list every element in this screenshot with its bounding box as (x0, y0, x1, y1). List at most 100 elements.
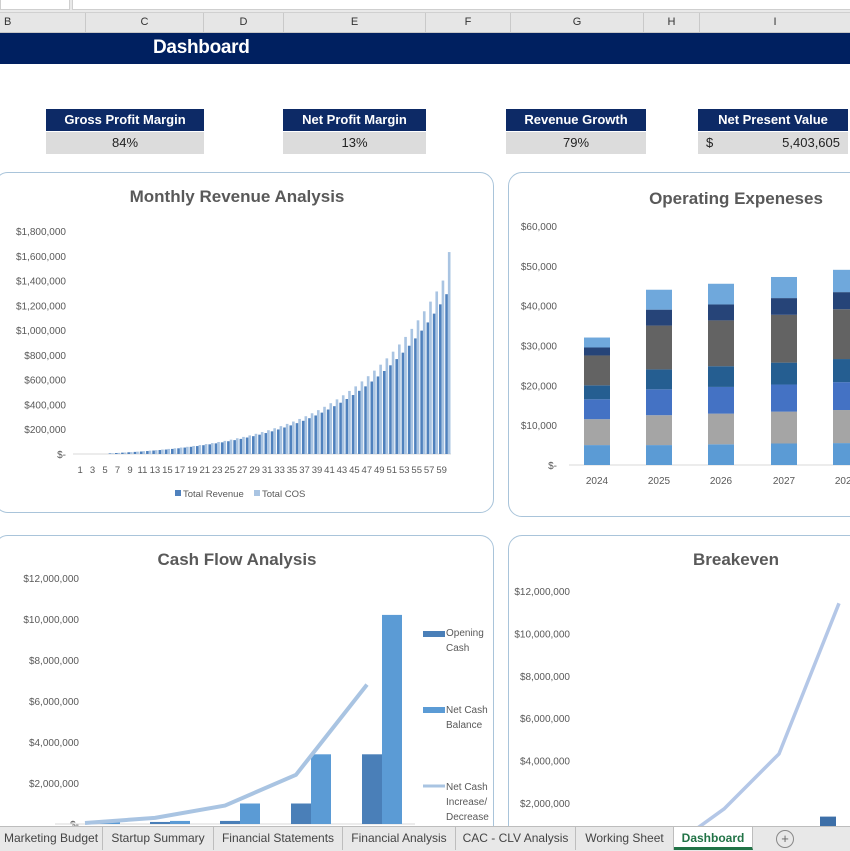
bar-total-cos (373, 370, 376, 454)
kpi-value-cell[interactable]: $ 5,403,605 (698, 132, 848, 154)
bar-total-cos (335, 399, 339, 454)
x-tick-label: 47 (362, 465, 373, 476)
bar-total-cos (273, 428, 276, 454)
bar-total-cos (161, 449, 164, 454)
x-tick-label: 21 (199, 465, 210, 476)
column-header-b[interactable]: B (0, 13, 86, 32)
y-tick-label: $- (57, 450, 66, 461)
y-tick-label: $10,000,000 (23, 615, 79, 626)
stacked-bar-segment (708, 413, 734, 445)
stacked-bar-segment (708, 366, 734, 387)
bar-total-revenue (139, 451, 143, 454)
operating-expenses-chart[interactable]: Operating Expeneses $60,000 $50,000 $40,00… (508, 172, 850, 517)
bar-total-cos (129, 452, 133, 454)
kpi-label: Net Present Value (698, 109, 848, 131)
column-header-e[interactable]: E (284, 13, 426, 32)
x-tick-label: 11 (138, 465, 148, 476)
bar-total-cos (142, 451, 146, 454)
legend-swatch-total-revenue (175, 490, 181, 496)
bar-opening-cash (362, 754, 382, 824)
legend-label: Net Cash (446, 782, 488, 793)
column-header-i[interactable]: I (700, 13, 850, 32)
column-header-d[interactable]: D (204, 13, 284, 32)
bar-total-revenue (426, 322, 430, 454)
stacked-bar-segment (771, 411, 797, 444)
x-tick-label: 2024 (586, 476, 609, 487)
y-tick-label: $400,000 (24, 400, 66, 411)
stacked-bar-segment (771, 384, 797, 412)
bar-total-revenue (245, 437, 249, 454)
bar-opening-cash (291, 803, 311, 824)
monthly-revenue-plot: $1,800,000 $1,600,000 $1,400,000 $1,200,000… (16, 227, 451, 500)
breakeven-chart[interactable]: Breakeven $12,000,000 $10,000,000 $8,000,0… (508, 535, 850, 845)
stacked-bar-segment (833, 292, 850, 310)
x-tick-label: 15 (162, 465, 173, 476)
monthly-revenue-chart[interactable]: Monthly Revenue Analysis $1,800,000 $1,60… (0, 172, 494, 513)
sheet-tab-working-sheet[interactable]: Working Sheet (576, 827, 674, 850)
bar-total-revenue (214, 443, 218, 454)
x-tick-label: 13 (150, 465, 161, 476)
plus-circle-icon[interactable]: + (776, 830, 794, 848)
bar-total-cos (173, 448, 177, 454)
bar-total-revenue (108, 453, 112, 454)
bar-total-revenue (283, 427, 286, 454)
bar-total-cos (186, 446, 189, 454)
sheet-tab-cac-clv-analysis[interactable]: CAC - CLV Analysis (456, 827, 576, 850)
bar-total-cos (422, 311, 426, 454)
cash-flow-plot: $12,000,000 $10,000,000 $8,000,000 $6,000,0… (23, 574, 489, 831)
name-box[interactable] (0, 0, 70, 10)
bar-total-cos (223, 440, 227, 454)
y-tick-label: $- (548, 461, 557, 472)
bar-total-revenue (308, 418, 311, 454)
legend-swatch-net-cash-balance (423, 707, 445, 713)
x-tick-label: 3 (90, 465, 95, 476)
bar-total-cos (348, 390, 351, 454)
y-tick-label: $60,000 (521, 222, 558, 233)
bar-total-revenue (439, 304, 442, 454)
bar-total-cos (329, 403, 333, 454)
kpi-net-present-value: Net Present Value $ 5,403,605 (698, 109, 848, 154)
legend-label: Net Cash (446, 705, 488, 716)
column-header-h[interactable]: H (644, 13, 700, 32)
column-header-g[interactable]: G (511, 13, 644, 32)
y-tick-label: $1,000,000 (16, 326, 66, 337)
sheet-tab-startup-summary[interactable]: Startup Summary (103, 827, 214, 850)
sheet-tab-financial-analysis[interactable]: Financial Analysis (343, 827, 456, 850)
column-header-f[interactable]: F (426, 13, 511, 32)
sheet-tab-marketing-budget[interactable]: Marketing Budget (0, 827, 103, 850)
stacked-bar-segment (708, 444, 734, 465)
x-tick-label: 27 (237, 465, 248, 476)
bar-total-revenue (239, 438, 243, 454)
sheet-tab-dashboard[interactable]: Dashboard (674, 827, 753, 850)
bar-total-revenue (164, 449, 168, 454)
bar-net-cash-balance (240, 803, 260, 824)
x-tick-label: 19 (187, 465, 198, 476)
x-tick-label: 59 (436, 465, 447, 476)
formula-input[interactable] (72, 0, 850, 10)
kpi-value[interactable]: 84% (46, 132, 204, 154)
legend-label: Decrease (446, 812, 489, 823)
y-tick-label: $8,000,000 (520, 672, 570, 683)
bar-total-revenue (227, 441, 230, 454)
kpi-value[interactable]: 13% (283, 132, 426, 154)
y-tick-label: $1,800,000 (16, 227, 66, 238)
y-tick-label: $50,000 (521, 262, 558, 273)
sheet-tab-financial-statements[interactable]: Financial Statements (214, 827, 343, 850)
legend-swatch-total-cos (254, 490, 260, 496)
bar-total-cos (366, 376, 370, 454)
kpi-value[interactable]: 79% (506, 132, 646, 154)
bar-total-revenue (333, 406, 336, 454)
bar-total-revenue (233, 440, 236, 454)
stacked-bar-segment (833, 309, 850, 360)
stacked-bar-segment (771, 314, 797, 363)
bar-total-revenue (320, 412, 324, 454)
bar-opening-cash (150, 821, 170, 824)
x-tick-label: 17 (175, 465, 186, 476)
column-header-c[interactable]: C (86, 13, 204, 32)
y-tick-label: $6,000,000 (520, 714, 570, 725)
bar-total-cos (198, 445, 202, 454)
bar-total-cos (429, 301, 432, 454)
bar-total-cos (211, 443, 214, 454)
stacked-bar-segment (584, 347, 610, 356)
cash-flow-chart[interactable]: Cash Flow Analysis $12,000,000 $10,000,00… (0, 535, 494, 845)
